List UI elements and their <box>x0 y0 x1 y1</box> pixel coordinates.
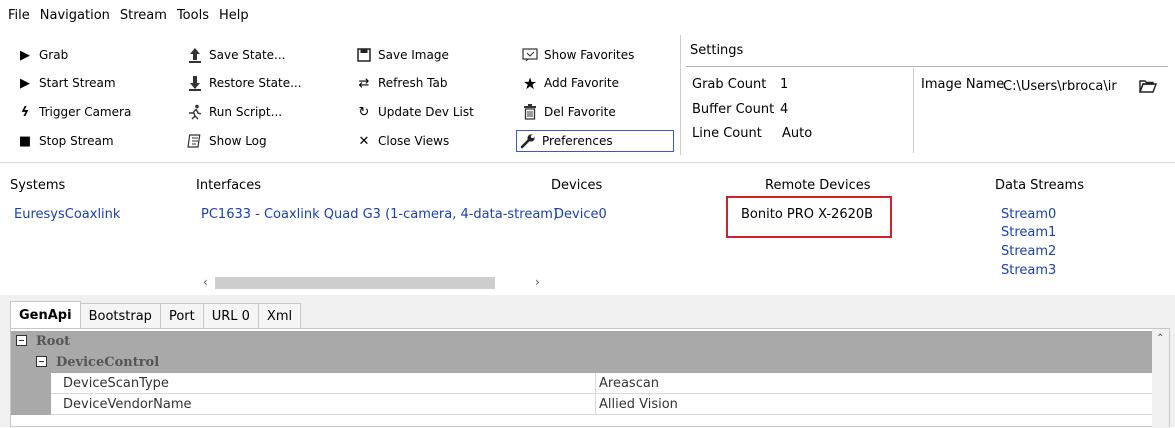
image-name-label: Image Name <box>921 77 1005 92</box>
collapse-icon[interactable] <box>36 356 47 367</box>
stop-stream-button[interactable]: ■ Stop Stream <box>16 130 114 152</box>
preferences-button[interactable]: Preferences <box>516 130 674 152</box>
refresh-tab-button[interactable]: ⇄ Refresh Tab <box>355 72 448 94</box>
save-icon <box>355 46 373 64</box>
lightning-icon: ϟ <box>20 104 30 120</box>
device-item[interactable]: Device0 <box>554 207 607 222</box>
menu-tools[interactable]: Tools <box>177 8 209 23</box>
feature-name: DeviceVendorName <box>63 397 192 412</box>
tab-bootstrap[interactable]: Bootstrap <box>79 303 161 328</box>
remote-device-item[interactable]: Bonito PRO X-2620B <box>741 207 873 222</box>
update-icon: ↻ <box>358 104 370 120</box>
run-script-button[interactable]: Run Script... <box>186 101 282 123</box>
wrench-icon <box>519 132 537 150</box>
grab-count-field[interactable]: 1 <box>780 77 788 92</box>
show-log-button[interactable]: Show Log <box>186 130 267 152</box>
buffer-count-row: Buffer Count 4 <box>692 102 788 117</box>
grab-button[interactable]: ▶︎ Grab <box>16 44 68 66</box>
buffer-count-label: Buffer Count <box>692 102 775 117</box>
stream-item[interactable]: Stream3 <box>1001 263 1056 278</box>
interfaces-header: Interfaces <box>196 178 261 193</box>
interface-item[interactable]: PC1633 - Coaxlink Quad G3 (1-camera, 4-d… <box>201 207 558 222</box>
image-name-field[interactable]: C:\Users\rbroca\ir <box>1003 79 1117 94</box>
log-icon <box>186 132 204 150</box>
save-image-button[interactable]: Save Image <box>355 44 449 66</box>
systems-header: Systems <box>10 178 66 193</box>
menu-stream[interactable]: Stream <box>120 8 167 23</box>
column-divider <box>595 394 596 415</box>
line-count-label: Line Count <box>692 126 762 141</box>
scroll-up-icon[interactable]: ⌃ <box>1156 333 1164 344</box>
devices-header: Devices <box>551 178 603 193</box>
toolbar: ▶︎ Grab ▶︎ Start Stream ϟ Trigger Camera… <box>0 30 1175 160</box>
settings-separator <box>913 68 914 153</box>
remote-devices-header: Remote Devices <box>765 178 871 193</box>
feature-tree: Root DeviceControl DeviceScanType Areasc… <box>10 328 1170 428</box>
tree-vscrollbar[interactable]: ⌃ <box>1152 329 1169 428</box>
del-favorite-button[interactable]: Del Favorite <box>521 101 616 123</box>
star-icon: ★ <box>522 73 538 93</box>
stream-item[interactable]: Stream1 <box>1001 225 1056 240</box>
menu-file[interactable]: File <box>8 8 30 23</box>
stop-icon: ■ <box>18 133 32 149</box>
download-icon <box>186 74 204 92</box>
scroll-right-icon[interactable]: › <box>535 275 540 289</box>
tab-genapi[interactable]: GenApi <box>10 301 81 328</box>
tab-url0[interactable]: URL 0 <box>202 303 259 328</box>
table-row[interactable]: DeviceVendorName Allied Vision <box>11 394 1152 415</box>
grab-count-label: Grab Count <box>692 77 767 92</box>
grab-count-row: Grab Count 1 <box>692 77 788 92</box>
feature-value[interactable]: Allied Vision <box>599 397 678 412</box>
grab-icon: ▶︎ <box>20 47 30 63</box>
show-favorites-button[interactable]: Show Favorites <box>521 44 634 66</box>
run-icon <box>186 103 204 121</box>
trash-icon <box>521 103 539 121</box>
data-streams-header: Data Streams <box>995 178 1084 193</box>
tree-node-devicecontrol[interactable]: DeviceControl <box>11 352 1152 373</box>
settings-title: Settings <box>690 43 744 58</box>
close-icon: ✕ <box>358 133 370 149</box>
line-count-field[interactable]: Auto <box>782 126 812 141</box>
feature-value[interactable]: Areascan <box>599 376 659 391</box>
restore-state-button[interactable]: Restore State... <box>186 72 302 94</box>
save-state-button[interactable]: Save State... <box>186 44 285 66</box>
start-stream-button[interactable]: ▶︎ Start Stream <box>16 72 116 94</box>
stream-item[interactable]: Stream0 <box>1001 207 1056 222</box>
trigger-camera-button[interactable]: ϟ Trigger Camera <box>16 101 132 123</box>
indent-bar <box>11 373 51 394</box>
tab-xml[interactable]: Xml <box>257 303 302 328</box>
menu-help[interactable]: Help <box>219 8 249 23</box>
update-dev-list-button[interactable]: ↻ Update Dev List <box>355 101 474 123</box>
play-icon: ▶︎ <box>20 75 30 91</box>
menu-bar: File Navigation Stream Tools Help <box>0 0 1175 30</box>
interfaces-hscrollbar[interactable]: ‹ › <box>200 274 555 292</box>
tree-node-root[interactable]: Root <box>11 331 1152 352</box>
tab-port[interactable]: Port <box>159 303 204 328</box>
line-count-row: Line Count Auto <box>692 126 812 141</box>
refresh-icon: ⇄ <box>358 75 370 91</box>
scroll-thumb[interactable] <box>215 277 495 289</box>
favorites-icon <box>521 46 539 64</box>
stream-item[interactable]: Stream2 <box>1001 244 1056 259</box>
upload-icon <box>186 46 204 64</box>
collapse-icon[interactable] <box>16 335 27 346</box>
indent-bar <box>11 394 51 415</box>
system-item[interactable]: EuresysCoaxlink <box>14 207 120 222</box>
toolbar-separator <box>680 35 681 155</box>
buffer-count-field[interactable]: 4 <box>780 102 788 117</box>
tab-bar: GenApi Bootstrap Port URL 0 Xml <box>10 301 302 328</box>
close-views-button[interactable]: ✕ Close Views <box>355 130 450 152</box>
feature-name: DeviceScanType <box>63 376 169 391</box>
add-favorite-button[interactable]: ★ Add Favorite <box>521 72 619 94</box>
feature-panel: GenApi Bootstrap Port URL 0 Xml Root Dev… <box>0 295 1175 428</box>
toolbar-bottom-border <box>0 162 1175 163</box>
menu-navigation[interactable]: Navigation <box>40 8 110 23</box>
scroll-left-icon[interactable]: ‹ <box>203 275 208 289</box>
table-row[interactable]: DeviceScanType Areascan <box>11 373 1152 394</box>
column-divider <box>595 373 596 394</box>
settings-divider <box>686 66 1168 67</box>
folder-icon[interactable] <box>1138 79 1158 93</box>
